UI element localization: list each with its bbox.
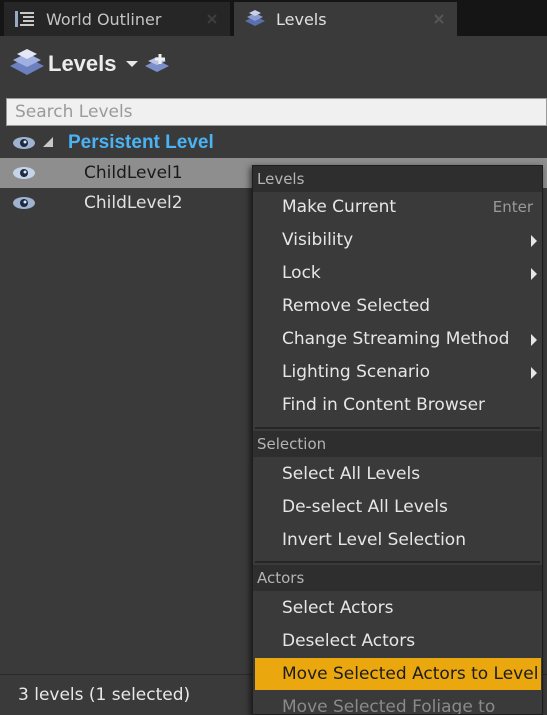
submenu-arrow-icon [531,367,537,379]
eye-icon[interactable] [12,136,36,150]
levels-menu-label: Levels [48,51,117,76]
menu-section-header-selection: Selection [253,431,542,457]
menu-item-lock[interactable]: Lock [255,257,541,289]
menu-item-label: Invert Level Selection [282,530,466,550]
eye-icon[interactable] [12,196,36,210]
eye-icon[interactable] [12,166,36,180]
menu-item-label: Lock [282,263,321,283]
submenu-arrow-icon [531,268,537,280]
submenu-arrow-icon [531,235,537,247]
menu-item-label: Move Selected Actors to Level [282,664,539,684]
menu-item-remove-selected[interactable]: Remove Selected [255,290,541,322]
levels-icon [10,49,44,75]
menu-section-header-actors: Actors [253,565,542,591]
shortcut-label: Enter [492,198,533,216]
menu-item-label: Find in Content Browser [282,395,486,415]
add-level-icon[interactable] [142,48,172,78]
menu-section-header-levels: Levels [253,166,542,192]
menu-item-label: Change Streaming Method [282,329,510,349]
menu-item-label: Make Current [282,197,397,217]
level-name: Persistent Level [68,132,214,153]
levels-icon [245,10,265,26]
close-icon[interactable] [206,13,218,25]
menu-item-make-current[interactable]: Make Current Enter [255,191,541,223]
level-count-status: 3 levels (1 selected) [18,685,191,705]
tab-levels[interactable]: Levels [234,2,457,36]
menu-item-visibility[interactable]: Visibility [255,224,541,256]
menu-item-deselect-all-levels[interactable]: De-select All Levels [255,491,541,523]
menu-item-select-all-levels[interactable]: Select All Levels [255,458,541,490]
tab-label: Levels [276,9,327,29]
menu-separator [255,427,540,429]
levels-toolbar: Levels [0,36,547,94]
menu-item-move-selected-foliage-to-level[interactable]: Move Selected Foliage to Level [255,691,541,715]
chevron-down-icon [125,61,138,67]
menu-item-label: Deselect Actors [282,631,416,651]
menu-item-invert-level-selection[interactable]: Invert Level Selection [255,524,541,556]
level-row-persistent[interactable]: Persistent Level [0,128,547,158]
menu-item-find-in-content-browser[interactable]: Find in Content Browser [255,389,541,421]
close-icon[interactable] [433,13,445,25]
menu-item-label: Select All Levels [282,464,421,484]
menu-item-select-actors[interactable]: Select Actors [255,592,541,624]
menu-item-change-streaming-method[interactable]: Change Streaming Method [255,323,541,355]
menu-item-move-selected-actors-to-level[interactable]: Move Selected Actors to Level [255,658,541,690]
list-icon [15,11,34,27]
tab-label: World Outliner [46,9,162,29]
menu-item-lighting-scenario[interactable]: Lighting Scenario [255,356,541,388]
level-name: ChildLevel1 [84,163,183,183]
menu-item-label: Lighting Scenario [282,362,431,382]
menu-item-label: Select Actors [282,598,394,618]
submenu-arrow-icon [531,334,537,346]
menu-item-label: Remove Selected [282,296,431,316]
tab-bar: World Outliner Levels [0,0,547,36]
menu-item-label: Move Selected Foliage to Level [282,697,496,715]
level-context-menu: Levels Make Current Enter Visibility Loc… [252,165,543,715]
tab-world-outliner[interactable]: World Outliner [4,2,230,36]
menu-item-label: De-select All Levels [282,497,448,517]
menu-item-label: Visibility [282,230,354,250]
level-name: ChildLevel2 [84,193,183,213]
expand-arrow-icon[interactable] [42,136,54,148]
menu-item-deselect-actors[interactable]: Deselect Actors [255,625,541,657]
menu-separator [255,561,540,563]
levels-menu-button[interactable]: Levels [8,44,139,84]
search-input[interactable] [6,98,547,126]
